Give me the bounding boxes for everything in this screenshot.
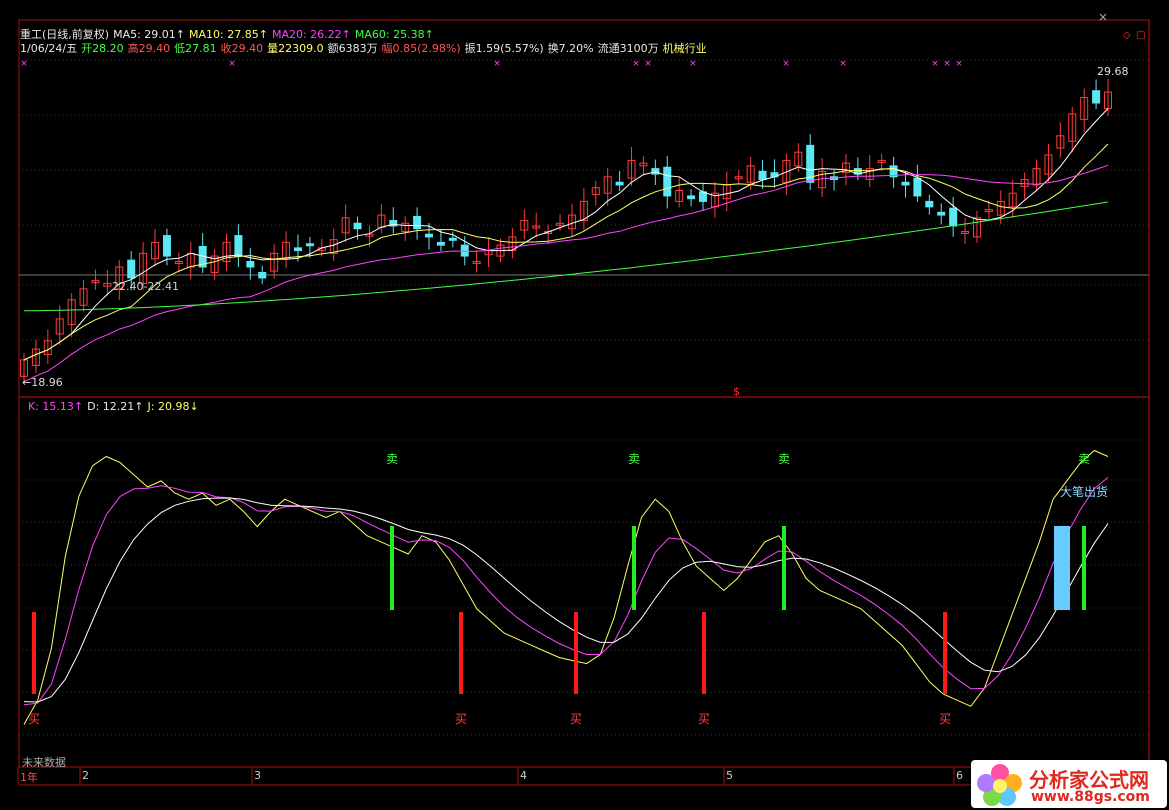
candle-body: [651, 168, 660, 175]
hdr1-item: 重工(日线,前复权): [20, 28, 110, 41]
candle-body: [162, 235, 171, 257]
hdr2-item: 1/06/24/五: [20, 42, 78, 55]
candle-body: [663, 166, 672, 197]
hdr2-item: 流通3100万: [597, 42, 659, 55]
signal-label: 卖: [628, 452, 641, 466]
hdr2-item: 额6383万: [327, 42, 378, 55]
hdr1-item: MA60: 25.38↑: [354, 28, 434, 41]
candle-body: [687, 195, 696, 200]
ihdr-item: J: 20.98↓: [147, 400, 199, 413]
signal-label: 买: [570, 712, 583, 726]
candle-body: [615, 181, 624, 186]
big-sell-bar: [1054, 526, 1070, 610]
candle-body: [246, 261, 255, 268]
hdr1-item: MA10: 27.85↑: [189, 28, 268, 41]
hdr2-item: 振1.59(5.57%): [464, 42, 544, 55]
future-data-label: 未来数据: [22, 756, 66, 769]
event-marker-icon: ×: [632, 59, 640, 69]
hdr2-item: 收29.40: [220, 42, 264, 55]
time-axis-tick: 2: [82, 769, 89, 782]
event-marker-icon: ×: [20, 59, 28, 69]
hdr2-item: 换7.20%: [547, 42, 594, 55]
range-label: 22.40-22.41: [112, 280, 179, 293]
event-marker-icon: ×: [839, 59, 847, 69]
event-marker-icon: ×: [644, 59, 652, 69]
chart-border: [18, 19, 1150, 768]
time-axis-tick: 3: [254, 769, 261, 782]
hdr2-item: 幅0.85(2.98%): [381, 42, 461, 55]
ma60-line: [24, 201, 1109, 312]
candle-body: [436, 241, 445, 246]
ma10-line: [23, 143, 1109, 361]
watermark-logo: 分析家公式网 www.88gs.com: [971, 760, 1167, 808]
signal-label: 买: [698, 712, 711, 726]
chart-window: × × × × × × × × × × × 重工(日线,前复权) MA5: 29.01↑ MA10: 2…: [0, 0, 1169, 810]
candle-body: [460, 244, 469, 257]
high-price-label: 29.68: [1097, 65, 1129, 78]
signal-label: 卖: [386, 452, 399, 466]
candle-body: [949, 207, 958, 227]
signal-label: 大笔出货: [1060, 485, 1109, 499]
candle-body: [353, 222, 362, 230]
watermark-url: www.88gs.com: [1031, 789, 1150, 805]
price-header-line2: 1/06/24/五 开28.20 高29.40 低27.81 收29.40 量22309.…: [20, 42, 711, 56]
dollar-mark: $: [733, 385, 740, 398]
square-icon[interactable]: □: [1136, 30, 1145, 41]
indicator-header: K: 15.13↑ D: 12.21↑ J: 20.98↓: [28, 400, 203, 414]
candle-body: [305, 243, 314, 247]
hdr2-item: 机械行业: [662, 42, 707, 55]
hdr2-item: 开28.20: [81, 42, 124, 55]
candle-body: [127, 259, 136, 279]
event-marker-icon: ×: [943, 59, 951, 69]
candle-body: [425, 233, 434, 238]
ihdr-item: D: 12.21↑: [87, 400, 144, 413]
hdr1-item: MA20: 26.22↑: [271, 28, 351, 41]
time-axis-tick: 4: [520, 769, 527, 782]
ihdr-item: K: 15.13↑: [28, 400, 84, 413]
flower-icon: [977, 764, 1022, 806]
close-icon[interactable]: ×: [1098, 10, 1108, 24]
event-marker-icon: ×: [228, 59, 236, 69]
candle-body: [758, 170, 767, 181]
signal-label: 卖: [778, 452, 791, 466]
signal-label: 买: [28, 712, 41, 726]
candle-body: [913, 177, 922, 197]
event-marker-icon: ×: [955, 59, 963, 69]
event-marker-icon: ×: [689, 59, 697, 69]
signal-label: 买: [939, 712, 952, 726]
time-axis-tick: 5: [726, 769, 733, 782]
ma5-line: [23, 108, 1109, 361]
signal-label: 买: [455, 712, 468, 726]
candle-body: [925, 200, 934, 208]
signal-label: 卖: [1078, 452, 1091, 466]
diamond-icon[interactable]: ◇: [1123, 30, 1131, 41]
time-axis-tick: 1年: [20, 771, 38, 784]
candle-body: [901, 181, 910, 186]
ma20-line: [23, 164, 1109, 383]
candle-body: [234, 235, 243, 257]
hdr2-item: 低27.81: [174, 42, 217, 55]
event-marker-icon: ×: [493, 59, 501, 69]
candle-body: [413, 215, 422, 230]
hdr1-item: MA5: 29.01↑: [113, 28, 186, 41]
hdr2-item: 高29.40: [127, 42, 171, 55]
event-marker-icon: ×: [931, 59, 939, 69]
hdr2-item: 量22309.0: [267, 42, 324, 55]
event-marker-icon: ×: [782, 59, 790, 69]
low-price-label: ←18.96: [22, 376, 63, 389]
candle-body: [1092, 90, 1101, 104]
candle-body: [258, 271, 267, 279]
price-header-line1: 重工(日线,前复权) MA5: 29.01↑ MA10: 27.85↑ MA20: 2…: [20, 28, 438, 42]
candle-body: [293, 247, 302, 252]
time-axis-tick: 6: [956, 769, 963, 782]
candle-body: [448, 237, 457, 241]
candle-body: [937, 211, 946, 216]
